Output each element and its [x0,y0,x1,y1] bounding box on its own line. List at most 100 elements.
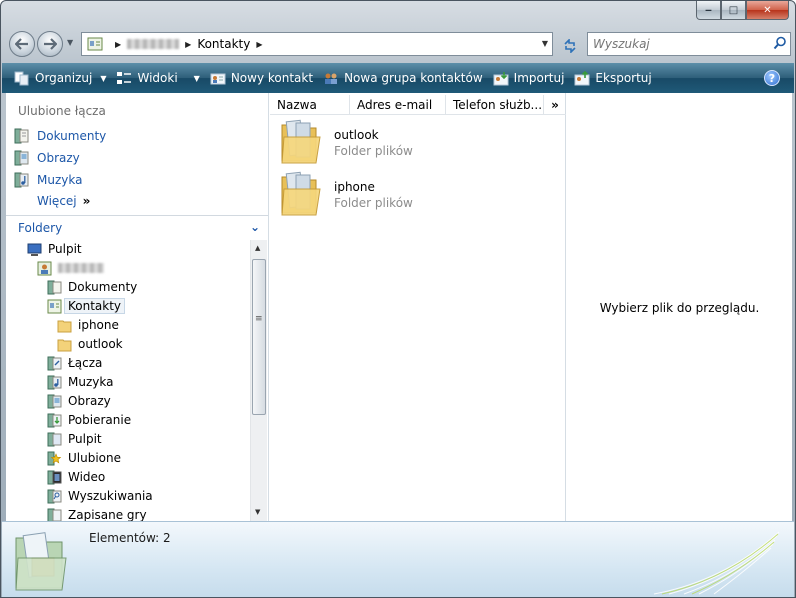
refresh-button[interactable] [557,34,583,58]
tree-item-iphone[interactable]: iphone [57,316,119,334]
favorite-link-label: Obrazy [37,151,80,165]
file-item-iphone[interactable]: iphone Folder plików [280,169,413,217]
recent-pages-dropdown[interactable]: ▼ [67,38,73,47]
file-type: Folder plików [334,196,413,210]
folder-icon [57,339,72,351]
folders-header-label: Foldery [18,220,63,235]
views-button[interactable]: Widoki ▼ [116,71,200,86]
new-group-label: Nowa grupa kontaktów [344,71,483,85]
tree-item-user[interactable] [37,259,104,277]
tree-item-contacts[interactable]: Kontakty [47,297,126,315]
tree-item-favorites[interactable]: Ulubione [47,449,121,467]
tree-item-label: Muzyka [68,375,114,389]
tree-item-outlook[interactable]: outlook [57,335,123,353]
import-button[interactable]: Importuj [493,71,564,86]
preview-message: Wybierz plik do przeglądu. [599,301,760,315]
back-button[interactable] [9,31,35,57]
tree-item-desktop-folder[interactable]: Pulpit [47,430,102,448]
navigation-pane: Ulubione łącza Dokumenty Obrazy Muzyka W… [6,93,269,521]
content-area: Ulubione łącza Dokumenty Obrazy Muzyka W… [6,93,792,521]
folder-tree-scrollbar[interactable]: ▲ ≡ ▼ [250,240,267,521]
tree-item-music[interactable]: Muzyka [47,373,113,391]
documents-icon [14,128,29,144]
scroll-down-arrow-icon[interactable]: ▼ [255,508,260,516]
tree-item-saved-games[interactable]: Zapisane gry [47,506,147,521]
pictures-icon [47,394,62,408]
export-label: Eksportuj [595,71,652,85]
favorite-link-pictures[interactable]: Obrazy [14,149,80,167]
tree-item-searches[interactable]: Wyszukiwania [47,487,153,505]
address-dropdown[interactable]: ▼ [542,39,548,48]
minimize-button[interactable]: ‒ [696,1,721,20]
refresh-icon [564,39,576,53]
column-header-work-phone[interactable]: Telefon służb... [446,95,544,115]
tree-item-label: Wideo [68,470,106,484]
tree-item-desktop[interactable]: Pulpit [27,240,82,258]
more-columns-button[interactable]: » [544,95,566,115]
tree-item-documents[interactable]: Dokumenty [47,278,137,296]
address-bar[interactable]: ▶ ▶ Kontakty ▶ ▼ [81,32,553,56]
tree-item-label: Pulpit [48,242,82,256]
close-button[interactable]: ✕ [746,1,789,20]
chevron-down-icon: ▼ [193,73,200,83]
navigation-row: ▼ ▶ ▶ Kontakty ▶ ▼ [9,30,791,58]
contact-group-icon [325,73,338,84]
help-icon[interactable]: ? [764,70,780,86]
blurred-username [58,263,104,273]
tree-item-pictures[interactable]: Obrazy [47,392,111,410]
video-icon [47,470,62,484]
breadcrumb-kontakty[interactable]: Kontakty [197,37,250,51]
preview-pane: Wybierz plik do przeglądu. [567,93,792,521]
forward-button[interactable] [37,31,63,57]
scrollbar-thumb[interactable] [252,259,266,415]
favorite-links-header: Ulubione łącza [18,104,106,118]
file-item-outlook[interactable]: outlook Folder plików [280,117,413,165]
more-links-button[interactable]: Więcej » [37,194,90,208]
maximize-button[interactable]: □ [721,1,746,20]
favorite-link-label: Muzyka [37,173,83,187]
details-pane: Elementów: 2 [2,521,794,597]
more-links-label: Więcej [37,194,77,208]
import-icon [493,71,509,85]
breadcrumb-separator[interactable]: ▶ [185,40,191,49]
export-button[interactable]: Eksportuj [574,70,652,86]
favorite-link-documents[interactable]: Dokumenty [14,127,106,145]
organize-icon [14,71,29,85]
search-box [557,32,793,56]
tree-item-video[interactable]: Wideo [47,468,105,486]
decorative-swoosh-icon [653,531,780,595]
tree-item-label: Łącza [68,356,103,370]
search-input[interactable] [587,32,791,56]
scrollbar-grip-icon: ≡ [255,314,263,324]
contacts-location-icon [87,37,103,51]
new-contact-label: Nowy kontakt [230,71,314,85]
new-group-button[interactable]: Nowa grupa kontaktów [323,71,483,86]
organize-button[interactable]: Organizuj ▼ [14,71,106,86]
caption-buttons: ‒ □ ✕ [696,1,789,20]
tree-item-label: Pobieranie [68,413,132,427]
column-header-name[interactable]: Nazwa [270,95,350,115]
tree-item-label: Dokumenty [68,280,138,294]
column-headers: Nazwa Adres e-mail Telefon służb... » [270,95,566,115]
scroll-up-arrow-icon[interactable]: ▲ [255,244,260,252]
back-arrow-icon [15,38,28,50]
column-header-email[interactable]: Adres e-mail [350,95,446,115]
tree-item-label: iphone [78,318,119,332]
breadcrumb-user[interactable] [127,39,180,49]
tree-item-label: Zapisane gry [68,508,147,521]
breadcrumb-separator[interactable]: ▶ [256,40,262,49]
tree-item-links[interactable]: Łącza [47,354,102,372]
file-name: iphone [334,180,375,194]
search-icon[interactable] [773,36,787,50]
favorite-link-music[interactable]: Muzyka [14,171,82,189]
breadcrumb-separator[interactable]: ▶ [115,40,121,49]
folder-icon [57,320,72,332]
folders-header[interactable]: Foldery ⌄ [6,215,268,239]
searches-icon [47,489,62,503]
file-list-pane: Nazwa Adres e-mail Telefon służb... » ou… [270,93,566,521]
views-icon [117,71,132,84]
documents-icon [47,280,62,294]
file-type: Folder plików [334,144,413,158]
tree-item-downloads[interactable]: Pobieranie [47,411,131,429]
new-contact-button[interactable]: Nowy kontakt [210,71,313,86]
